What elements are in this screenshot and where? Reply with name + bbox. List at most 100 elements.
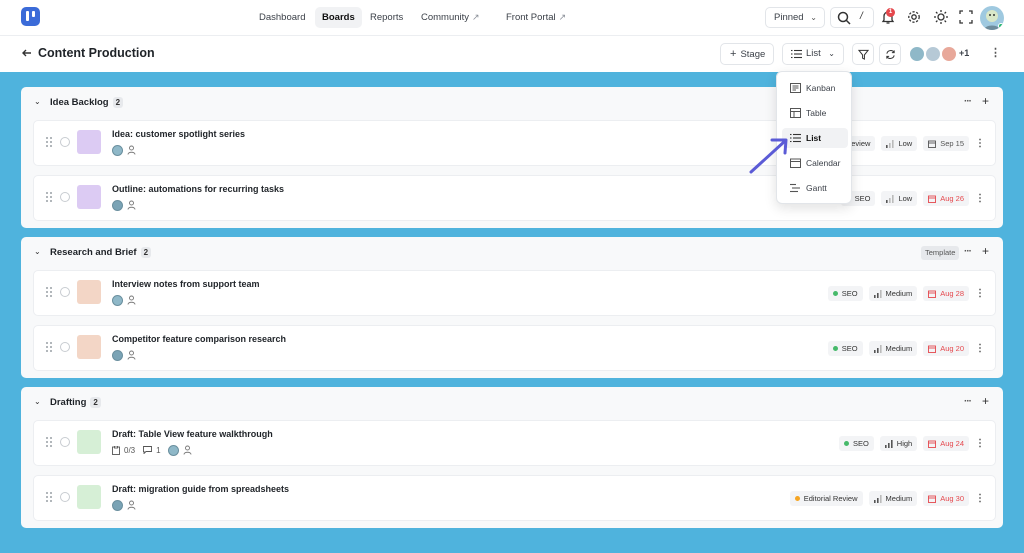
nav-reports[interactable]: Reports xyxy=(363,7,410,28)
priority-badge[interactable]: High xyxy=(879,436,918,451)
add-card-icon[interactable]: + xyxy=(982,94,989,108)
priority-badge[interactable]: Medium xyxy=(868,341,918,356)
assignee-avatar[interactable] xyxy=(112,294,123,306)
nav-dashboard[interactable]: Dashboard xyxy=(252,7,312,28)
user-avatar[interactable] xyxy=(980,6,1004,30)
stage-more-icon[interactable]: ··· xyxy=(964,96,972,107)
collapse-chevron-icon[interactable]: ⌄ xyxy=(34,397,41,406)
view-option-gantt[interactable]: Gantt xyxy=(782,178,848,198)
template-badge[interactable]: Template xyxy=(921,246,960,260)
drag-handle-icon[interactable] xyxy=(46,492,52,502)
complete-checkbox[interactable] xyxy=(60,342,70,352)
list-icon xyxy=(790,133,801,143)
tag-badge[interactable]: Editorial Review xyxy=(789,491,863,506)
row-more-icon[interactable]: ⋮ xyxy=(975,138,985,149)
view-switcher-button[interactable]: List ⌄ xyxy=(782,43,844,65)
task-title[interactable]: Draft: migration guide from spreadsheets xyxy=(112,484,289,494)
collapse-chevron-icon[interactable]: ⌄ xyxy=(34,247,41,256)
row-more-icon[interactable]: ⋮ xyxy=(975,438,985,449)
priority-badge[interactable]: Medium xyxy=(868,286,918,301)
add-card-icon[interactable]: + xyxy=(982,394,989,408)
priority-badge[interactable]: Low xyxy=(881,191,918,206)
stage-more-icon[interactable]: ··· xyxy=(964,246,972,257)
assignee-avatar[interactable] xyxy=(167,444,179,456)
task-title[interactable]: Outline: automations for recurring tasks xyxy=(112,184,284,194)
due-date-badge[interactable]: Aug 30 xyxy=(923,491,969,506)
complete-checkbox[interactable] xyxy=(60,492,70,502)
board-more-options-icon[interactable]: ⋮ xyxy=(990,48,1001,59)
member-avatar[interactable] xyxy=(909,46,925,62)
view-option-kanban[interactable]: Kanban xyxy=(782,78,848,98)
task-title[interactable]: Draft: Table View feature walkthrough xyxy=(112,429,273,439)
collapse-chevron-icon[interactable]: ⌄ xyxy=(34,97,41,106)
due-date-badge[interactable]: Aug 24 xyxy=(923,436,969,451)
drag-handle-icon[interactable] xyxy=(46,287,52,297)
task-title[interactable]: Interview notes from support team xyxy=(112,279,260,289)
due-date-badge[interactable]: Aug 26 xyxy=(923,191,969,206)
due-date-badge[interactable]: Aug 20 xyxy=(923,341,969,356)
pinned-dropdown[interactable]: Pinned ⌄ xyxy=(765,7,825,28)
table-icon xyxy=(790,108,801,118)
members-overflow-count[interactable]: +1 xyxy=(959,48,969,58)
member-avatar[interactable] xyxy=(941,46,957,62)
notification-badge: 1 xyxy=(886,8,895,17)
member-avatar[interactable] xyxy=(925,46,941,62)
row-more-icon[interactable]: ⋮ xyxy=(975,343,985,354)
add-assignee-icon[interactable] xyxy=(127,200,136,210)
add-assignee-icon[interactable] xyxy=(127,145,136,155)
drag-handle-icon[interactable] xyxy=(46,342,52,352)
complete-checkbox[interactable] xyxy=(60,192,70,202)
complete-checkbox[interactable] xyxy=(60,137,70,147)
add-stage-button[interactable]: + Stage xyxy=(720,43,774,65)
app-logo[interactable] xyxy=(21,7,40,26)
drag-handle-icon[interactable] xyxy=(46,437,52,447)
tag-badge[interactable]: SEO xyxy=(827,341,863,356)
view-option-list[interactable]: List xyxy=(782,128,848,148)
priority-badge[interactable]: Low xyxy=(881,136,918,151)
view-option-table[interactable]: Table xyxy=(782,103,848,123)
complete-checkbox[interactable] xyxy=(60,287,70,297)
nav-boards[interactable]: Boards xyxy=(315,7,362,28)
add-assignee-icon[interactable] xyxy=(127,295,136,305)
add-card-icon[interactable]: + xyxy=(982,244,989,258)
row-more-icon[interactable]: ⋮ xyxy=(975,288,985,299)
task-title[interactable]: Competitor feature comparison research xyxy=(112,334,286,344)
add-assignee-icon[interactable] xyxy=(183,445,192,455)
view-option-calendar[interactable]: Calendar xyxy=(782,153,848,173)
nav-front-portal[interactable]: Front Portal ↗ xyxy=(499,7,573,28)
task-row[interactable]: Interview notes from support team SEO Me… xyxy=(33,270,996,316)
priority-badge[interactable]: Medium xyxy=(868,491,918,506)
row-more-icon[interactable]: ⋮ xyxy=(975,493,985,504)
add-assignee-icon[interactable] xyxy=(127,500,136,510)
fullscreen-icon[interactable] xyxy=(958,9,974,25)
tag-badge[interactable]: SEO xyxy=(827,286,863,301)
task-row[interactable]: Draft: migration guide from spreadsheets… xyxy=(33,475,996,521)
gear-icon[interactable] xyxy=(906,9,922,25)
drag-handle-icon[interactable] xyxy=(46,137,52,147)
task-row[interactable]: Draft: Table View feature walkthrough 0/… xyxy=(33,420,996,466)
tag-badge[interactable]: SEO xyxy=(838,436,874,451)
assignee-avatar[interactable] xyxy=(112,499,123,511)
refresh-button[interactable] xyxy=(879,43,901,65)
sun-icon[interactable] xyxy=(933,9,949,25)
filter-button[interactable] xyxy=(852,43,874,65)
nav-community[interactable]: Community ↗ xyxy=(414,7,487,28)
online-status-dot xyxy=(998,23,1004,29)
stage-title-text: Research and Brief xyxy=(50,247,137,258)
due-date-badge[interactable]: Aug 28 xyxy=(923,286,969,301)
search-icon[interactable] xyxy=(836,10,852,26)
back-arrow-icon[interactable] xyxy=(21,47,33,59)
drag-handle-icon[interactable] xyxy=(46,192,52,202)
complete-checkbox[interactable] xyxy=(60,437,70,447)
assignee-avatar[interactable] xyxy=(112,144,123,156)
task-row[interactable]: Competitor feature comparison research S… xyxy=(33,325,996,371)
row-more-icon[interactable]: ⋮ xyxy=(975,193,985,204)
stage-more-icon[interactable]: ··· xyxy=(964,396,972,407)
priority-label: High xyxy=(896,439,913,448)
kanban-icon xyxy=(790,83,801,93)
assignee-avatar[interactable] xyxy=(112,199,123,211)
assignee-avatar[interactable] xyxy=(112,349,123,361)
add-assignee-icon[interactable] xyxy=(127,350,136,360)
due-date-badge[interactable]: Sep 15 xyxy=(923,136,969,151)
task-title[interactable]: Idea: customer spotlight series xyxy=(112,129,245,139)
